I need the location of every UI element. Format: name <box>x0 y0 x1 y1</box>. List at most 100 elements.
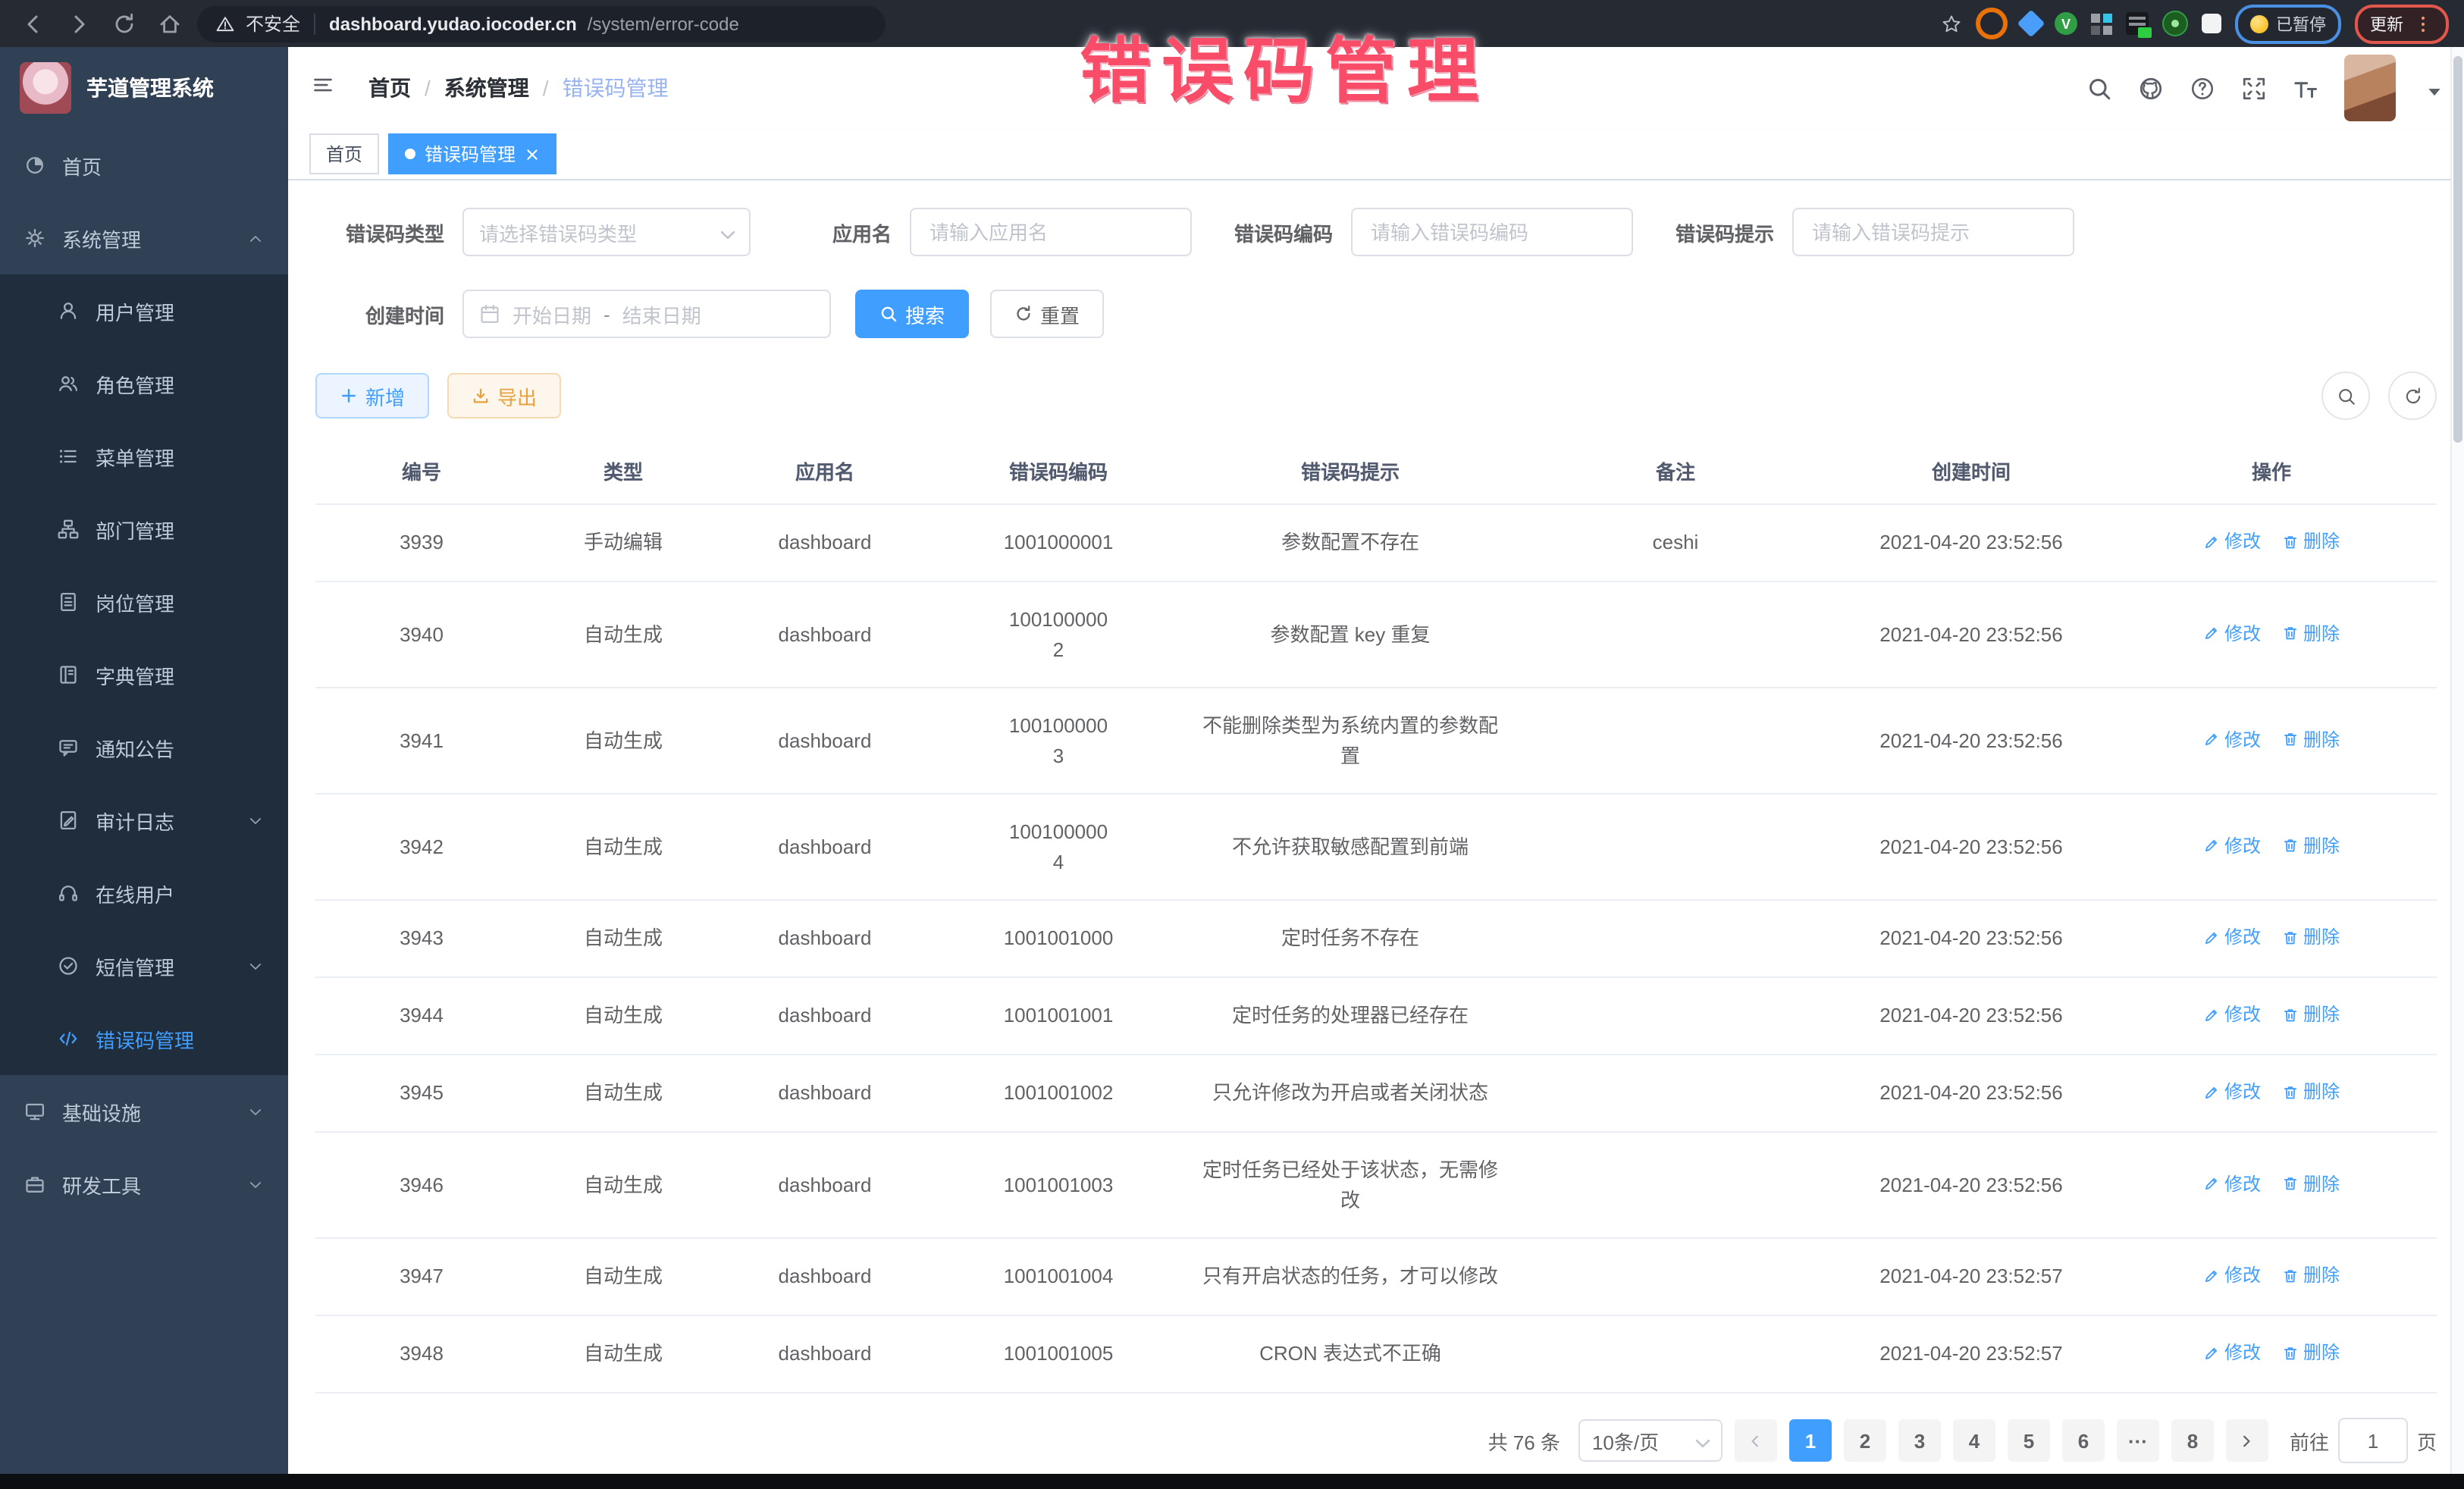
tree-icon <box>58 519 79 540</box>
edit-link[interactable]: 修改 <box>2203 1001 2261 1028</box>
page-button-1[interactable]: 1 <box>1789 1419 1832 1462</box>
help-icon[interactable] <box>2190 75 2215 101</box>
cell-id: 3947 <box>315 1238 528 1315</box>
add-button[interactable]: 新增 <box>315 373 429 418</box>
export-button[interactable]: 导出 <box>447 373 561 418</box>
browser-menu-icon[interactable] <box>2412 13 2434 34</box>
extension-green-v-icon[interactable]: V <box>2055 12 2077 35</box>
browser-reload-icon[interactable] <box>112 11 136 36</box>
fullscreen-icon[interactable] <box>2241 75 2267 101</box>
reload-icon <box>2403 386 2422 406</box>
delete-link[interactable]: 删除 <box>2282 1339 2340 1366</box>
edit-link[interactable]: 修改 <box>2203 1262 2261 1289</box>
avatar-caret-down-icon[interactable] <box>2422 79 2440 97</box>
extension-switch-icon[interactable] <box>2126 12 2149 35</box>
back-icon <box>21 11 45 36</box>
hamburger-icon[interactable] <box>312 74 341 102</box>
page-button-5[interactable]: 5 <box>2008 1419 2050 1462</box>
reset-button[interactable]: 重置 <box>990 290 1104 338</box>
sidebar-item-dev-tools[interactable]: 研发工具 <box>0 1148 288 1221</box>
edit-link[interactable]: 修改 <box>2203 832 2261 859</box>
bookmark-star-icon[interactable] <box>1941 13 1962 34</box>
page-button-3[interactable]: 3 <box>1898 1419 1941 1462</box>
page-ellipsis[interactable]: ··· <box>2117 1419 2159 1462</box>
address-bar[interactable]: 不安全 dashboard.yudao.iocoder.cn/system/er… <box>197 5 886 42</box>
sidebar-item-audit-log[interactable]: 审计日志 <box>0 784 288 857</box>
edit-link[interactable]: 修改 <box>2203 1078 2261 1105</box>
avatar[interactable] <box>2344 55 2396 121</box>
search-small-icon <box>879 305 898 323</box>
edit-link[interactable]: 修改 <box>2203 619 2261 647</box>
extension-gem-icon[interactable] <box>2017 10 2045 38</box>
prev-page-button[interactable] <box>1735 1419 1777 1462</box>
font-size-icon[interactable] <box>2293 75 2318 101</box>
browser-forward-icon[interactable] <box>67 11 91 36</box>
browser-home-icon[interactable] <box>158 11 182 36</box>
breadcrumb-home[interactable]: 首页 <box>368 73 411 103</box>
sidebar-item-menu[interactable]: 菜单管理 <box>0 420 288 493</box>
extension-grid-icon[interactable] <box>2091 13 2112 34</box>
tab-close-icon[interactable] <box>525 146 540 161</box>
extension-ring-icon[interactable] <box>1976 8 2008 39</box>
refresh-table-button[interactable] <box>2388 371 2437 420</box>
sidebar-item-role[interactable]: 角色管理 <box>0 347 288 420</box>
delete-link[interactable]: 删除 <box>2282 528 2340 555</box>
edit-link[interactable]: 修改 <box>2203 923 2261 951</box>
edit-link[interactable]: 修改 <box>2203 726 2261 753</box>
sidebar-item-home[interactable]: 首页 <box>0 129 288 202</box>
pencil-icon <box>2203 1006 2220 1023</box>
search-button[interactable]: 搜索 <box>855 290 969 338</box>
sidebar-item-notice[interactable]: 通知公告 <box>0 711 288 784</box>
page-size-select[interactable]: 10条/页 <box>1578 1419 1723 1462</box>
next-page-button[interactable] <box>2226 1419 2268 1462</box>
sidebar-item-dept[interactable]: 部门管理 <box>0 493 288 566</box>
error-code-input[interactable] <box>1368 219 1616 245</box>
date-range-picker[interactable]: 开始日期 - 结束日期 <box>462 290 831 338</box>
delete-link[interactable]: 删除 <box>2282 923 2340 951</box>
sidebar-item-dict[interactable]: 字典管理 <box>0 638 288 711</box>
sidebar-item-infra[interactable]: 基础设施 <box>0 1075 288 1148</box>
sidebar-item-sms[interactable]: 短信管理 <box>0 929 288 1002</box>
delete-link[interactable]: 删除 <box>2282 726 2340 753</box>
page-button-2[interactable]: 2 <box>1844 1419 1886 1462</box>
delete-link[interactable]: 删除 <box>2282 832 2340 859</box>
page-button-6[interactable]: 6 <box>2062 1419 2105 1462</box>
extension-puzzle-icon[interactable] <box>2202 14 2221 33</box>
breadcrumb-system[interactable]: 系统管理 <box>444 73 529 103</box>
app-logo-row[interactable]: 芋道管理系统 <box>0 47 288 129</box>
column-header: 编号 <box>315 438 528 504</box>
tab-home[interactable]: 首页 <box>309 133 379 174</box>
toggle-search-button[interactable] <box>2321 371 2370 420</box>
delete-link[interactable]: 删除 <box>2282 1078 2340 1105</box>
error-hint-input[interactable] <box>1809 219 2058 245</box>
goto-page-input[interactable] <box>2338 1418 2408 1463</box>
app-name-input[interactable] <box>926 219 1175 245</box>
edit-link[interactable]: 修改 <box>2203 528 2261 555</box>
paused-extension-badge[interactable]: 已暂停 <box>2235 4 2341 43</box>
sidebar-item-online-user[interactable]: 在线用户 <box>0 857 288 929</box>
sidebar-item-post[interactable]: 岗位管理 <box>0 566 288 638</box>
browser-update-button[interactable]: 更新 <box>2355 4 2449 43</box>
edit-link[interactable]: 修改 <box>2203 1339 2261 1366</box>
window-scrollbar[interactable] <box>2450 47 2464 1474</box>
page-button-4[interactable]: 4 <box>1953 1419 1995 1462</box>
browser-back-icon[interactable] <box>21 11 45 36</box>
search-icon[interactable] <box>2086 75 2112 101</box>
fullscreen-icon <box>2241 75 2267 101</box>
sidebar-item-error-code[interactable]: 错误码管理 <box>0 1002 288 1075</box>
page-button-8[interactable]: 8 <box>2171 1419 2214 1462</box>
delete-link[interactable]: 删除 <box>2282 1001 2340 1028</box>
filter-label: 错误码提示 <box>1645 218 1774 246</box>
sidebar-item-user[interactable]: 用户管理 <box>0 274 288 347</box>
error-type-select[interactable]: 请选择错误码类型 <box>462 208 751 256</box>
tab-error-code[interactable]: 错误码管理 <box>388 133 556 174</box>
delete-link[interactable]: 删除 <box>2282 619 2340 647</box>
date-separator: - <box>603 303 610 325</box>
delete-link[interactable]: 删除 <box>2282 1262 2340 1289</box>
edit-link[interactable]: 修改 <box>2203 1170 2261 1197</box>
delete-link[interactable]: 删除 <box>2282 1170 2340 1197</box>
extension-key-icon[interactable] <box>2162 11 2188 36</box>
sidebar-item-system[interactable]: 系统管理 <box>0 202 288 274</box>
github-icon[interactable] <box>2138 75 2164 101</box>
scrollbar-thumb[interactable] <box>2453 56 2462 443</box>
